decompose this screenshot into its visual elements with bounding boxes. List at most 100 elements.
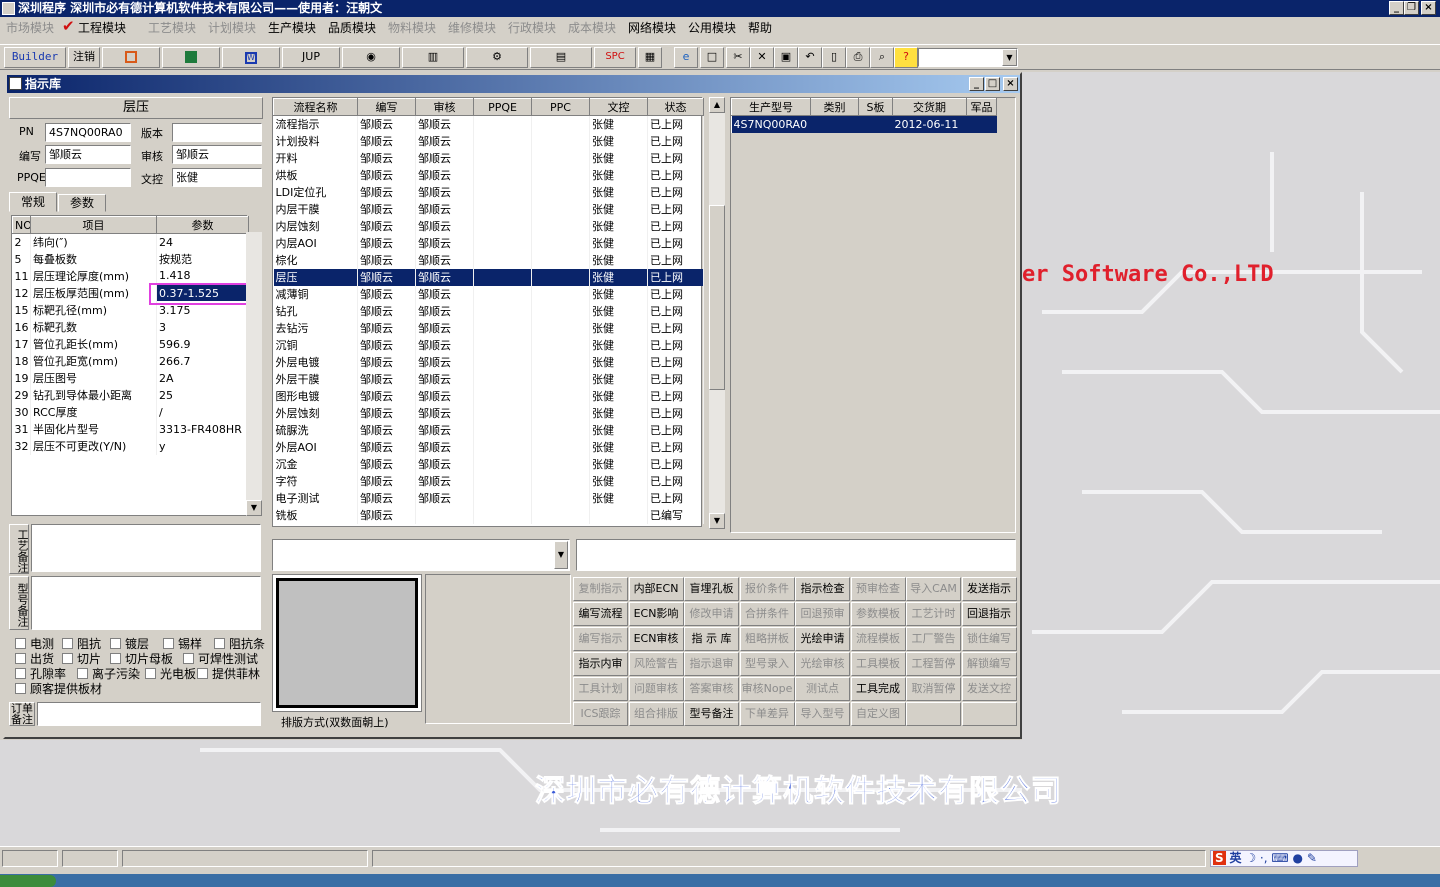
tab-general[interactable]: 常规 (9, 192, 57, 212)
checkbox-box[interactable] (15, 638, 26, 649)
flow-row[interactable]: 铣板 邹顺云 已编写 (273, 506, 704, 524)
action-button[interactable]: 型号备注 (684, 702, 739, 726)
flow-row[interactable]: 电子测试 邹顺云 邹顺云 张健 已上网 (273, 489, 704, 507)
param-row[interactable]: 31 半固化片型号 3313-FR408HR (12, 420, 249, 438)
ppqe-field[interactable] (45, 168, 131, 187)
flow-row[interactable]: 流程指示 邹顺云 邹顺云 张健 已上网 (273, 115, 704, 133)
action-button[interactable]: 导入CAM (906, 577, 961, 601)
excel-icon[interactable] (162, 47, 220, 68)
checkbox-box[interactable] (214, 638, 225, 649)
action-button[interactable]: 参数模板 (850, 602, 906, 626)
flow-row[interactable]: 沉金 邹顺云 邹顺云 张健 已上网 (273, 455, 704, 473)
flow-row[interactable]: LDI定位孔 邹顺云 邹顺云 张健 已上网 (273, 183, 704, 201)
flow-header[interactable]: PPC (531, 98, 590, 116)
menu-item-5[interactable]: 品质模块 (328, 19, 376, 36)
menu-item-12[interactable]: 帮助 (748, 19, 772, 36)
flow-row[interactable]: 计划投料 邹顺云 邹顺云 张健 已上网 (273, 132, 704, 150)
menu-item-0[interactable]: 市场模块 (6, 19, 54, 36)
minimize-button[interactable]: _ (1389, 1, 1404, 15)
cut-icon[interactable]: ✂ (726, 47, 750, 68)
action-button[interactable]: 回退预审 (795, 602, 850, 626)
builder-button[interactable]: Builder (4, 47, 66, 68)
checkbox-option[interactable]: 提供菲林 (197, 665, 260, 682)
action-button[interactable]: 光绘审核 (795, 652, 850, 676)
logout-button[interactable]: 注销 (68, 47, 100, 68)
action-button[interactable]: 工具计划 (573, 677, 628, 701)
flow-row[interactable]: 硫脲洗 邹顺云 邹顺云 张健 已上网 (273, 421, 704, 439)
flow-row[interactable]: 棕化 邹顺云 邹顺云 张健 已上网 (273, 251, 704, 269)
action-button[interactable]: 问题审核 (628, 677, 684, 701)
model-memo-field[interactable] (31, 576, 261, 630)
param-row[interactable]: 2 纬向(″) 24 (12, 233, 249, 251)
param-row[interactable]: 5 每叠板数 按规范 (12, 250, 249, 268)
action-button[interactable]: 风险警告 (628, 652, 684, 676)
flow-header[interactable]: 文控 (589, 98, 648, 116)
scroll-down-icon[interactable]: ▼ (709, 513, 725, 529)
chevron-down-icon[interactable]: ▼ (554, 541, 568, 569)
flow-row[interactable]: 沉铜 邹顺云 邹顺云 张健 已上网 (273, 336, 704, 354)
action-button[interactable]: 下单差异 (739, 702, 795, 726)
ie-icon[interactable]: e (674, 47, 698, 68)
new-icon[interactable]: □ (700, 47, 724, 68)
menu-item-9[interactable]: 成本模块 (568, 19, 616, 36)
action-button[interactable]: 自定义图 (850, 702, 906, 726)
action-button[interactable]: 工艺计时 (906, 602, 961, 626)
action-button[interactable]: 发送文控 (961, 677, 1017, 701)
flow-row[interactable]: 外层干膜 邹顺云 邹顺云 张健 已上网 (273, 370, 704, 388)
action-button[interactable]: 工程暂停 (906, 652, 961, 676)
checkbox-box[interactable] (15, 668, 26, 679)
checkbox-box[interactable] (77, 668, 88, 679)
action-button[interactable]: 光绘申请 (795, 627, 850, 651)
reviewer-field[interactable]: 邹顺云 (172, 145, 262, 164)
action-button[interactable]: 合拼条件 (739, 602, 795, 626)
flow-row[interactable]: 内层干膜 邹顺云 邹顺云 张健 已上网 (273, 200, 704, 218)
menu-item-10[interactable]: 网络模块 (628, 19, 676, 36)
network-icon[interactable]: ⚙ (466, 47, 528, 68)
flow-scrollbar[interactable]: ▲ ▼ (709, 97, 725, 529)
close-button[interactable]: × (1421, 1, 1436, 15)
action-button[interactable]: ECN影响 (628, 602, 684, 626)
menu-item-1[interactable]: 工程模块 (78, 19, 126, 36)
action-button[interactable]: 工厂警告 (906, 627, 961, 651)
menu-item-2[interactable]: 工艺模块 (148, 19, 196, 36)
print-icon[interactable]: ⎙ (846, 47, 870, 68)
params-header-no[interactable]: NO (12, 216, 31, 234)
flow-row[interactable]: 减薄铜 邹顺云 邹顺云 张健 已上网 (273, 285, 704, 303)
action-button[interactable]: 导入型号 (795, 702, 850, 726)
action-button[interactable]: 工具模板 (850, 652, 906, 676)
params-header-value[interactable]: 参数 (156, 216, 249, 234)
action-button[interactable]: 内部ECN (628, 577, 684, 601)
printer-scanner-icon[interactable]: ▤ (530, 47, 592, 68)
param-row[interactable]: 30 RCC厚度 / (12, 403, 249, 421)
action-button[interactable]: 发送指示 (961, 577, 1017, 601)
param-row[interactable]: 19 层压图号 2A (12, 369, 249, 387)
action-button[interactable]: 盲埋孔板 (684, 577, 739, 601)
checkbox-option[interactable]: 顾客提供板材 (15, 680, 102, 697)
action-button[interactable]: 修改申请 (684, 602, 739, 626)
flow-header[interactable]: 状态 (647, 98, 704, 116)
flow-row[interactable]: 图形电镀 邹顺云 邹顺云 张健 已上网 (273, 387, 704, 405)
sogou-icon[interactable]: S (1213, 851, 1226, 865)
version-field[interactable] (172, 123, 262, 142)
params-header-item[interactable]: 项目 (30, 216, 157, 234)
database-icon[interactable]: ▥ (402, 47, 464, 68)
note-field[interactable] (576, 539, 1016, 571)
tools-icon[interactable]: ✎ (1307, 851, 1317, 865)
action-button[interactable]: ICS跟踪 (573, 702, 628, 726)
flow-row[interactable]: 去钻污 邹顺云 邹顺云 张健 已上网 (273, 319, 704, 337)
chevron-down-icon[interactable]: ▼ (1002, 49, 1017, 66)
moon-icon[interactable]: ☽ (1245, 851, 1256, 865)
action-button[interactable] (906, 702, 961, 726)
flow-row[interactable]: 钻孔 邹顺云 邹顺云 张健 已上网 (273, 302, 704, 320)
checkbox-box[interactable] (110, 638, 121, 649)
menu-item-7[interactable]: 维修模块 (448, 19, 496, 36)
flow-row[interactable]: 层压 邹顺云 邹顺云 张健 已上网 (273, 268, 704, 286)
model-header[interactable]: 类别 (810, 98, 859, 116)
menu-item-4[interactable]: 生产模块 (268, 19, 316, 36)
control-field[interactable]: 张健 (172, 168, 262, 187)
flow-row[interactable]: 烘板 邹顺云 邹顺云 张健 已上网 (273, 166, 704, 184)
checkbox-box[interactable] (145, 668, 156, 679)
action-button[interactable]: 预审检查 (850, 577, 906, 601)
menu-item-11[interactable]: 公用模块 (688, 19, 736, 36)
flow-row[interactable]: 内层蚀刻 邹顺云 邹顺云 张健 已上网 (273, 217, 704, 235)
